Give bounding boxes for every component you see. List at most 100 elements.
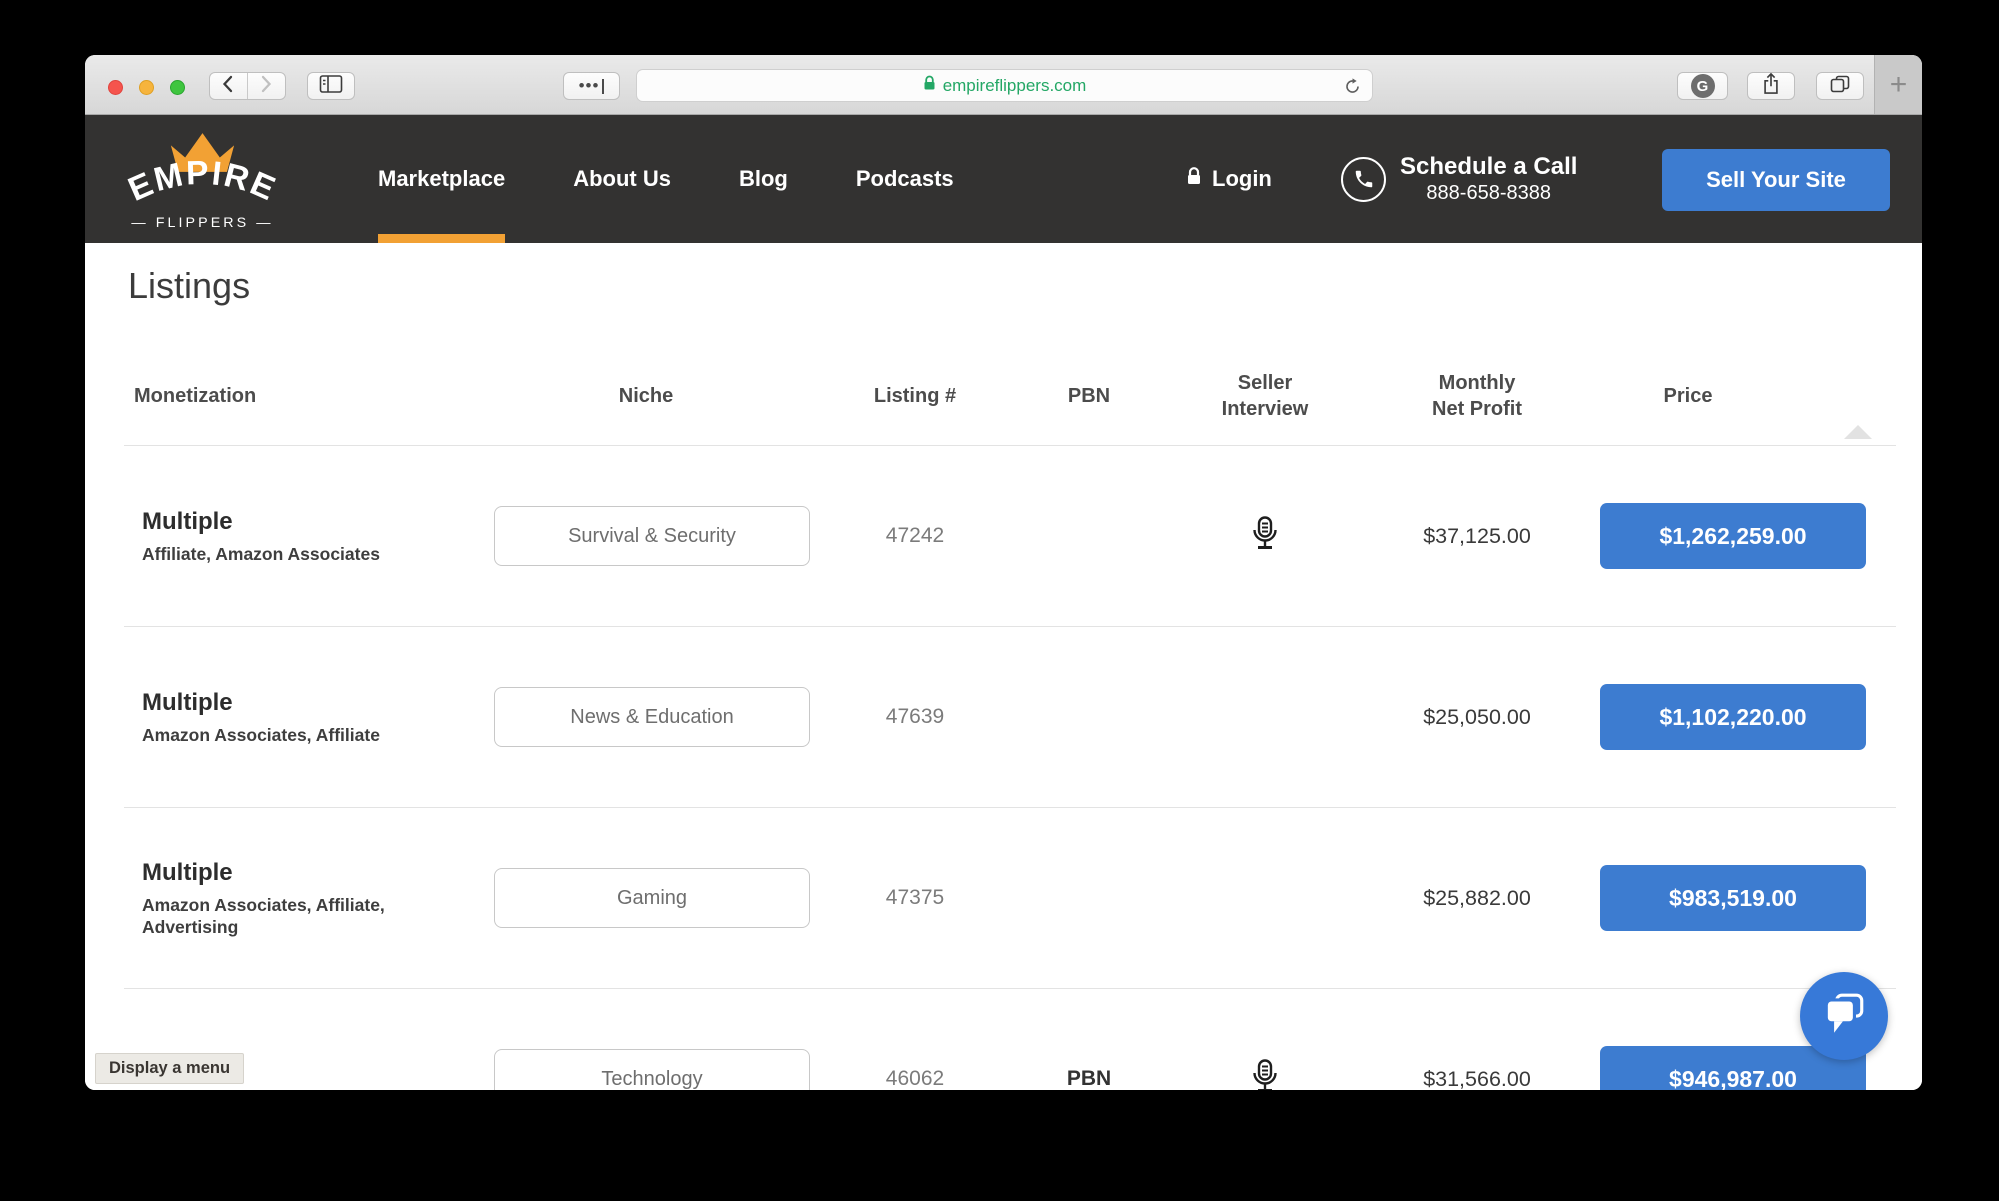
minimize-window-button[interactable]: [139, 80, 154, 95]
microphone-icon[interactable]: [1252, 516, 1278, 557]
main-nav: Marketplace About Us Blog Podcasts: [378, 115, 954, 243]
nav-label: Marketplace: [378, 166, 505, 192]
column-header-seller-interview: Seller Interview: [1146, 370, 1384, 422]
nav-label: Podcasts: [856, 166, 954, 192]
column-header-pbn: PBN: [1032, 383, 1146, 409]
new-tab-button[interactable]: +: [1874, 55, 1922, 114]
page-title: Listings: [128, 265, 250, 307]
niche-badge[interactable]: Survival & Security: [494, 506, 810, 566]
plus-icon: +: [1890, 70, 1908, 100]
ellipsis-cursor-icon: •••: [579, 76, 600, 96]
svg-text:EMPIRE: EMPIRE: [123, 155, 282, 209]
monetization-cell: Multiple Amazon Associates, Affiliate: [124, 689, 494, 746]
chat-widget-button[interactable]: [1800, 972, 1888, 1060]
reload-button[interactable]: [1343, 77, 1362, 101]
pbn-value: PBN: [1032, 1067, 1146, 1090]
seller-interview-cell: [1146, 1059, 1384, 1091]
table-header-row: Monetization Niche Listing # PBN Seller …: [124, 346, 1896, 445]
extension-button[interactable]: G: [1677, 72, 1728, 100]
price-button[interactable]: $1,102,220.00: [1600, 684, 1866, 750]
chat-bubbles-icon: [1820, 990, 1868, 1043]
sidebar-toggle-button[interactable]: [307, 72, 355, 100]
chevron-right-icon: [258, 74, 274, 99]
column-header-price[interactable]: Price: [1570, 383, 1896, 409]
price-button[interactable]: $983,519.00: [1600, 865, 1866, 931]
status-tooltip: Display a menu: [95, 1053, 244, 1084]
close-window-button[interactable]: [108, 80, 123, 95]
monetization-cell: Multiple Affiliate, Amazon Associates: [124, 508, 494, 565]
listing-row-47375[interactable]: Multiple Amazon Associates, Affiliate, A…: [124, 807, 1896, 988]
schedule-call-link[interactable]: Schedule a Call 888-658-8388: [1341, 115, 1577, 243]
niche-badge[interactable]: Technology: [494, 1049, 810, 1090]
column-header-niche: Niche: [494, 383, 798, 409]
header-line: Seller: [1146, 370, 1384, 396]
extension-g-icon: G: [1691, 74, 1715, 98]
listing-number: 47639: [798, 705, 1032, 729]
monetization-type: Multiple: [142, 689, 494, 717]
monetization-methods: Affiliate, Amazon Associates: [142, 543, 452, 565]
tab-overview-button[interactable]: •••: [563, 72, 620, 100]
chevron-left-icon: [220, 74, 236, 99]
sell-button-label: Sell Your Site: [1706, 167, 1846, 193]
browser-window: ••• empireflippers.com G +: [85, 55, 1922, 1090]
lock-icon: [923, 75, 936, 96]
nav-item-podcasts[interactable]: Podcasts: [856, 115, 954, 243]
text-caret-icon: [602, 79, 604, 94]
monthly-net-profit: $25,050.00: [1384, 705, 1570, 730]
logo-subtitle: — FLIPPERS —: [131, 215, 273, 231]
listing-number: 47242: [798, 524, 1032, 548]
nav-label: Blog: [739, 166, 788, 192]
empire-flippers-logo[interactable]: EMPIRE — FLIPPERS —: [113, 129, 293, 236]
listing-number: 46062: [798, 1067, 1032, 1090]
column-header-monthly-net-profit: Monthly Net Profit: [1384, 370, 1570, 422]
column-header-monetization: Monetization: [124, 383, 494, 409]
lock-icon: [1186, 166, 1202, 192]
listings-table: Monetization Niche Listing # PBN Seller …: [124, 346, 1896, 1090]
sidebar-icon: [319, 74, 343, 99]
show-all-tabs-button[interactable]: [1816, 72, 1864, 100]
sort-ascending-icon[interactable]: [1844, 425, 1872, 439]
login-link[interactable]: Login: [1186, 115, 1272, 243]
site-header: EMPIRE — FLIPPERS — Marketplace About Us…: [85, 115, 1922, 243]
monthly-net-profit: $25,882.00: [1384, 886, 1570, 911]
nav-item-blog[interactable]: Blog: [739, 115, 788, 243]
phone-icon: [1341, 157, 1386, 202]
header-line: Net Profit: [1384, 396, 1570, 422]
column-header-listing: Listing #: [798, 383, 1032, 409]
niche-badge[interactable]: News & Education: [494, 687, 810, 747]
monetization-type: Multiple: [142, 508, 494, 536]
traffic-lights: [108, 80, 185, 95]
tabs-overview-icon: [1830, 74, 1850, 99]
listing-row-47639[interactable]: Multiple Amazon Associates, Affiliate Ne…: [124, 626, 1896, 807]
back-button[interactable]: [210, 73, 248, 99]
browser-toolbar: ••• empireflippers.com G +: [85, 55, 1922, 115]
niche-badge[interactable]: Gaming: [494, 868, 810, 928]
monetization-cell: Multiple Amazon Associates, Affiliate, A…: [124, 859, 494, 938]
nav-item-about-us[interactable]: About Us: [573, 115, 671, 243]
sell-your-site-button[interactable]: Sell Your Site: [1662, 149, 1890, 211]
share-button[interactable]: [1747, 72, 1795, 100]
listing-row-46062[interactable]: Affiliate Technology 46062 PBN $31,566.0…: [124, 988, 1896, 1090]
microphone-icon[interactable]: [1252, 1059, 1278, 1091]
header-label: Price: [1664, 385, 1713, 407]
monetization-methods: Amazon Associates, Affiliate: [142, 724, 452, 746]
monthly-net-profit: $31,566.00: [1384, 1067, 1570, 1091]
monetization-type: Multiple: [142, 859, 494, 887]
forward-button[interactable]: [248, 73, 286, 99]
header-line: Monthly: [1384, 370, 1570, 396]
listing-number: 47375: [798, 886, 1032, 910]
zoom-window-button[interactable]: [170, 80, 185, 95]
schedule-call-title: Schedule a Call: [1400, 153, 1577, 181]
share-icon: [1761, 71, 1781, 101]
seller-interview-cell: [1146, 516, 1384, 557]
listing-row-47242[interactable]: Multiple Affiliate, Amazon Associates Su…: [124, 445, 1896, 626]
price-button[interactable]: $1,262,259.00: [1600, 503, 1866, 569]
logo-name: EMPIRE: [123, 155, 282, 209]
nav-label: About Us: [573, 166, 671, 192]
address-bar[interactable]: empireflippers.com: [636, 69, 1373, 102]
header-line: Interview: [1146, 396, 1384, 422]
nav-item-marketplace[interactable]: Marketplace: [378, 115, 505, 243]
monthly-net-profit: $37,125.00: [1384, 524, 1570, 549]
history-nav-group: [209, 72, 286, 100]
schedule-call-phone: 888-658-8388: [1400, 181, 1577, 205]
